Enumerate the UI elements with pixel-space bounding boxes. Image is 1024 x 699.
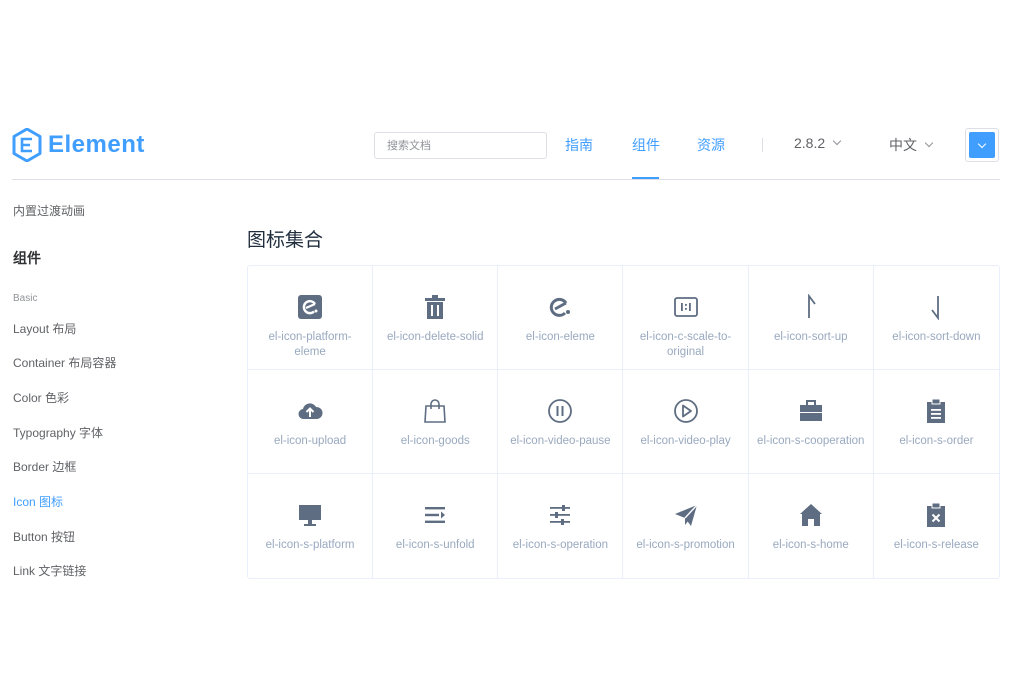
upload-icon	[298, 403, 323, 420]
promotion-icon	[674, 504, 698, 526]
icon-cell[interactable]: el-icon-delete-solid	[373, 266, 499, 370]
scale-to-original-icon	[673, 297, 698, 317]
icon-name-label: el-icon-platform-eleme	[268, 331, 352, 358]
icon-name-label: el-icon-sort-down	[892, 331, 981, 343]
home-icon	[799, 504, 822, 526]
sidebar-item-layout[interactable]: Layout 布局	[13, 320, 76, 337]
version-dropdown[interactable]: 2.8.2	[794, 135, 842, 151]
sidebar-item-link[interactable]: Link 文字链接	[13, 562, 86, 579]
icon-cell[interactable]: el-icon-s-cooperation	[748, 370, 874, 474]
icon-name-label: el-icon-goods	[400, 435, 470, 447]
sidebar-item-color[interactable]: Color 色彩	[13, 389, 69, 406]
icon-name-label: el-icon-s-operation	[512, 539, 609, 551]
icon-name-label: el-icon-c-scale-to-original	[639, 331, 732, 358]
icon-name-label: el-icon-video-pause	[510, 435, 611, 447]
sidebar-item-icon[interactable]: Icon 图标	[13, 493, 63, 510]
icon-cell[interactable]: el-icon-goods	[373, 370, 499, 474]
chevron-down-icon	[924, 138, 934, 148]
language-dropdown[interactable]: 中文	[889, 135, 934, 155]
video-pause-icon	[548, 399, 573, 423]
platform-icon	[299, 505, 322, 526]
icon-name-label: el-icon-delete-solid	[386, 331, 484, 343]
icon-name-label: el-icon-s-platform	[265, 539, 355, 551]
icon-name-label: el-icon-s-cooperation	[757, 435, 865, 447]
icon-cell[interactable]: el-icon-sort-up	[748, 266, 874, 370]
icon-name-label: el-icon-s-unfold	[395, 539, 475, 551]
logo[interactable]: Element	[12, 128, 145, 162]
icon-name-label: el-icon-sort-up	[773, 331, 848, 343]
nav-divider	[762, 138, 763, 152]
sidebar-item-container[interactable]: Container 布局容器	[13, 354, 116, 371]
element-logo-icon	[12, 128, 42, 162]
icon-name-label: el-icon-s-promotion	[636, 539, 735, 551]
icon-cell[interactable]: el-icon-s-home	[749, 474, 874, 578]
delete-solid-icon	[425, 295, 446, 319]
chevron-down-icon	[977, 139, 987, 148]
theme-color-swatch	[969, 132, 995, 158]
icon-cell[interactable]: el-icon-s-release	[874, 474, 999, 578]
search-input[interactable]	[374, 132, 547, 159]
eleme-icon	[550, 297, 571, 317]
icon-cell[interactable]: el-icon-s-order	[873, 370, 999, 474]
icon-name-label: el-icon-s-release	[893, 539, 979, 551]
sidebar-item-button[interactable]: Button 按钮	[13, 528, 75, 545]
logo-text: Element	[48, 131, 145, 158]
unfold-icon	[425, 507, 446, 523]
active-nav-indicator	[632, 177, 659, 179]
language-label: 中文	[889, 137, 917, 153]
nav-components[interactable]: 组件	[632, 135, 660, 155]
icon-name-label: el-icon-video-play	[640, 435, 731, 447]
nav-guide[interactable]: 指南	[565, 135, 593, 155]
icon-cell[interactable]: el-icon-video-pause	[498, 370, 624, 474]
icon-cell[interactable]: el-icon-video-play	[623, 370, 749, 474]
page-title: 图标集合	[247, 230, 324, 251]
icon-name-label: el-icon-upload	[273, 435, 347, 447]
release-icon	[927, 502, 946, 527]
chevron-down-icon	[832, 136, 842, 146]
operation-icon	[550, 505, 571, 525]
top-header: Element 指南 组件 资源 2.8.2 中文	[12, 108, 1000, 180]
sidebar-item-border[interactable]: Border 边框	[13, 458, 76, 475]
sidebar-subgroup-title: Basic	[13, 293, 38, 304]
sort-up-icon	[807, 294, 816, 318]
icon-name-label: el-icon-s-home	[772, 539, 849, 551]
icon-cell[interactable]: el-icon-platform-eleme	[248, 266, 374, 370]
sort-down-icon	[931, 296, 940, 320]
icon-cell[interactable]: el-icon-sort-down	[873, 266, 999, 370]
platform-eleme-icon	[298, 295, 323, 319]
theme-picker-button[interactable]	[965, 128, 999, 162]
icon-cell[interactable]: el-icon-s-unfold	[373, 474, 499, 578]
sidebar-item-transitions[interactable]: 内置过渡动画	[13, 202, 85, 219]
icon-cell[interactable]: el-icon-upload	[248, 370, 374, 474]
sidebar-item-typography[interactable]: Typography 字体	[13, 424, 103, 441]
icon-cell[interactable]: el-icon-c-scale-to-original	[623, 266, 749, 370]
goods-icon	[424, 399, 447, 423]
icon-cell[interactable]: el-icon-s-promotion	[623, 474, 749, 578]
version-label: 2.8.2	[794, 135, 826, 151]
icon-cell[interactable]: el-icon-s-operation	[498, 474, 624, 578]
icon-cell[interactable]: el-icon-s-platform	[248, 474, 374, 578]
icon-name-label: el-icon-eleme	[525, 331, 595, 343]
icon-grid: el-icon-platform-eleme el-icon-delete-so…	[247, 265, 1000, 579]
nav-resources[interactable]: 资源	[697, 135, 725, 155]
order-icon	[927, 398, 946, 423]
cooperation-icon	[799, 400, 822, 421]
icon-name-label: el-icon-s-order	[899, 435, 974, 447]
video-play-icon	[673, 399, 698, 423]
sidebar-group-title: 组件	[13, 250, 41, 266]
icon-cell[interactable]: el-icon-eleme	[498, 266, 624, 370]
